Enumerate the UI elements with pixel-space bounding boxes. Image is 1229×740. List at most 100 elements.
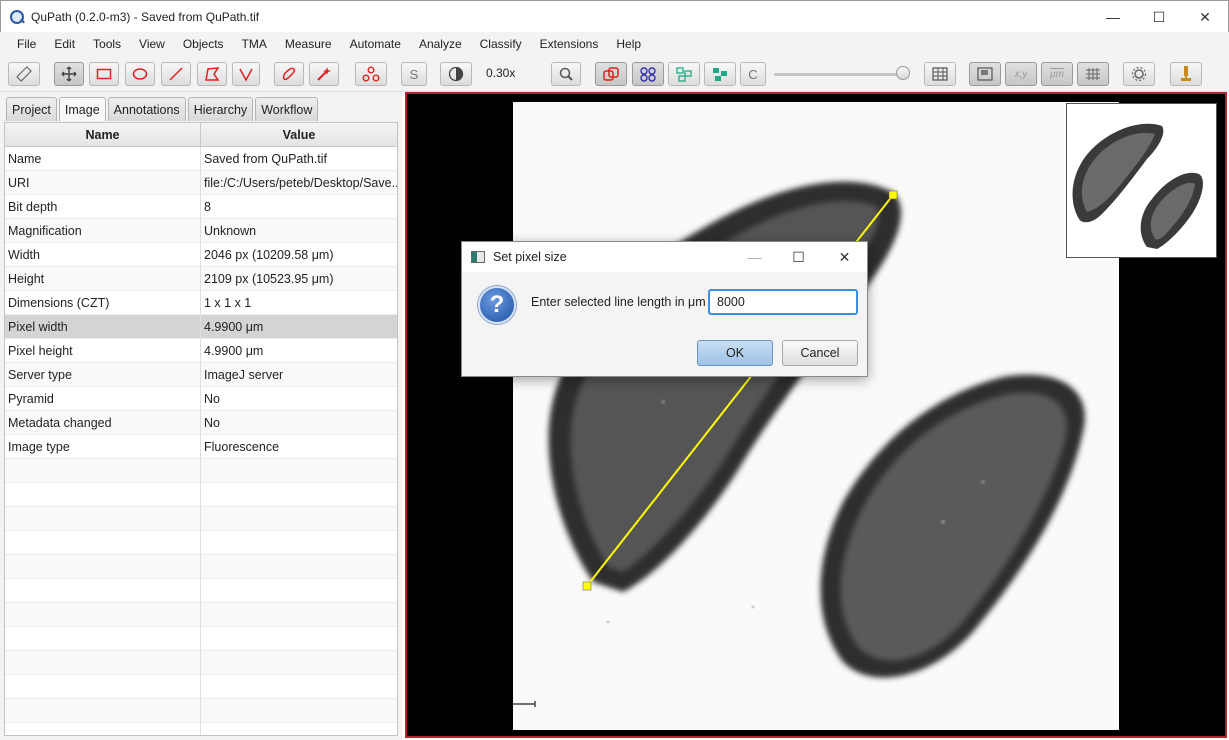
microscope-icon bbox=[1181, 66, 1191, 81]
row-value: No bbox=[204, 391, 220, 406]
menu-tma[interactable]: TMA bbox=[233, 32, 276, 56]
brush-icon bbox=[282, 67, 295, 81]
cancel-button[interactable]: Cancel bbox=[782, 340, 858, 366]
table-row-selected[interactable]: Pixel width 4.9900 μm bbox=[5, 315, 397, 339]
wand-tool-button[interactable] bbox=[309, 62, 339, 86]
show-annotations-button[interactable] bbox=[595, 62, 627, 86]
row-name: URI bbox=[5, 171, 201, 194]
image-viewer[interactable] bbox=[405, 92, 1227, 738]
row-value: 2046 px (10209.58 μm) bbox=[204, 247, 334, 262]
detections-filled-icon bbox=[713, 68, 727, 81]
ok-button[interactable]: OK bbox=[697, 340, 773, 366]
table-row[interactable]: Metadata changed No bbox=[5, 411, 397, 435]
overview-thumbnail[interactable] bbox=[1066, 103, 1217, 258]
menu-extensions[interactable]: Extensions bbox=[531, 32, 608, 56]
table-row-empty bbox=[5, 579, 397, 603]
tissue-image bbox=[513, 181, 1085, 707]
line-tool-button[interactable] bbox=[161, 62, 191, 86]
maximize-button[interactable]: ☐ bbox=[1136, 1, 1182, 33]
line-icon bbox=[169, 67, 183, 81]
line-endpoint-handle[interactable] bbox=[888, 190, 898, 200]
show-overview-button[interactable] bbox=[969, 62, 1001, 86]
row-value: 1 x 1 x 1 bbox=[204, 295, 252, 310]
detections-outline-icon bbox=[676, 67, 692, 82]
table-row[interactable]: Image type Fluorescence bbox=[5, 435, 397, 459]
table-row[interactable]: Bit depth 8 bbox=[5, 195, 397, 219]
table-icon bbox=[932, 67, 948, 81]
menu-objects[interactable]: Objects bbox=[174, 32, 233, 56]
polygon-tool-button[interactable] bbox=[197, 62, 227, 86]
move-tool-button[interactable] bbox=[54, 62, 84, 86]
rectangle-tool-button[interactable] bbox=[89, 62, 119, 86]
opacity-slider-thumb[interactable] bbox=[896, 66, 910, 80]
row-value: ImageJ server bbox=[204, 367, 284, 382]
show-grid-button[interactable] bbox=[1077, 62, 1109, 86]
tab-project[interactable]: Project bbox=[6, 97, 57, 121]
table-row[interactable]: Dimensions (CZT) 1 x 1 x 1 bbox=[5, 291, 397, 315]
table-row-empty bbox=[5, 603, 397, 627]
show-cursor-location-button[interactable]: x,y bbox=[1005, 62, 1037, 86]
opacity-slider[interactable] bbox=[774, 73, 906, 76]
menu-view[interactable]: View bbox=[130, 32, 174, 56]
table-row[interactable]: Server type ImageJ server bbox=[5, 363, 397, 387]
table-row-empty bbox=[5, 483, 397, 507]
table-row-empty bbox=[5, 555, 397, 579]
ruler-icon bbox=[16, 66, 32, 82]
menu-classify[interactable]: Classify bbox=[471, 32, 531, 56]
menu-automate[interactable]: Automate bbox=[341, 32, 410, 56]
dialog-maximize-button[interactable]: ☐ bbox=[776, 242, 821, 272]
table-row[interactable]: Width 2046 px (10209.58 μm) bbox=[5, 243, 397, 267]
tab-workflow[interactable]: Workflow bbox=[255, 97, 319, 121]
table-row[interactable]: Pyramid No bbox=[5, 387, 397, 411]
panel-tabs: Project Image Annotations Hierarchy Work… bbox=[6, 97, 320, 121]
zoom-to-fit-button[interactable] bbox=[551, 62, 581, 86]
menu-measure[interactable]: Measure bbox=[276, 32, 341, 56]
show-tma-grid-button[interactable] bbox=[632, 62, 664, 86]
tab-hierarchy[interactable]: Hierarchy bbox=[187, 97, 254, 121]
line-length-input[interactable] bbox=[708, 289, 858, 315]
measurement-table-button[interactable] bbox=[924, 62, 956, 86]
show-scalebar-button[interactable]: μm bbox=[1041, 62, 1073, 86]
show-connections-button[interactable]: C bbox=[740, 62, 766, 86]
dialog-minimize-button[interactable]: — bbox=[732, 242, 777, 272]
log-button[interactable] bbox=[1170, 62, 1202, 86]
ellipse-tool-button[interactable] bbox=[125, 62, 155, 86]
table-row[interactable]: Height 2109 px (10523.95 μm) bbox=[5, 267, 397, 291]
table-row-empty bbox=[5, 699, 397, 723]
menu-file[interactable]: File bbox=[8, 32, 45, 56]
image-canvas[interactable] bbox=[513, 102, 1119, 730]
measure-tool-button[interactable] bbox=[8, 62, 40, 86]
brightness-contrast-button[interactable] bbox=[440, 62, 472, 86]
menu-edit[interactable]: Edit bbox=[45, 32, 84, 56]
polyline-tool-button[interactable] bbox=[232, 62, 260, 86]
brush-tool-button[interactable] bbox=[274, 62, 304, 86]
table-row[interactable]: Magnification Unknown bbox=[5, 219, 397, 243]
close-window-button[interactable]: ✕ bbox=[1182, 1, 1228, 33]
column-header-value[interactable]: Value bbox=[201, 123, 397, 146]
column-header-name[interactable]: Name bbox=[5, 123, 201, 146]
dialog-close-button[interactable]: ✕ bbox=[822, 242, 867, 272]
minimize-button[interactable]: — bbox=[1090, 1, 1136, 33]
tab-image[interactable]: Image bbox=[58, 97, 106, 121]
table-row[interactable]: Name Saved from QuPath.tif bbox=[5, 147, 397, 171]
menu-analyze[interactable]: Analyze bbox=[410, 32, 471, 56]
table-row-empty bbox=[5, 507, 397, 531]
selection-mode-button[interactable]: S bbox=[401, 62, 427, 86]
menu-help[interactable]: Help bbox=[607, 32, 650, 56]
points-icon bbox=[362, 66, 380, 82]
preferences-button[interactable] bbox=[1123, 62, 1155, 86]
show-detections-button[interactable] bbox=[668, 62, 700, 86]
grid-icon bbox=[1086, 68, 1100, 80]
points-tool-button[interactable] bbox=[355, 62, 387, 86]
menu-tools[interactable]: Tools bbox=[84, 32, 130, 56]
zoom-level: 0.30x bbox=[486, 66, 516, 80]
window-title: QuPath (0.2.0-m3) - Saved from QuPath.ti… bbox=[31, 9, 260, 24]
fill-detections-button[interactable] bbox=[704, 62, 736, 86]
table-row[interactable]: URI file:/C:/Users/peteb/Desktop/Save... bbox=[5, 171, 397, 195]
row-name: Height bbox=[5, 267, 201, 290]
line-endpoint-handle[interactable] bbox=[582, 581, 592, 591]
dialog-app-icon bbox=[471, 251, 485, 263]
line-length-label: Enter selected line length in μm bbox=[531, 295, 706, 309]
table-row[interactable]: Pixel height 4.9900 μm bbox=[5, 339, 397, 363]
tab-annotations[interactable]: Annotations bbox=[107, 97, 186, 121]
